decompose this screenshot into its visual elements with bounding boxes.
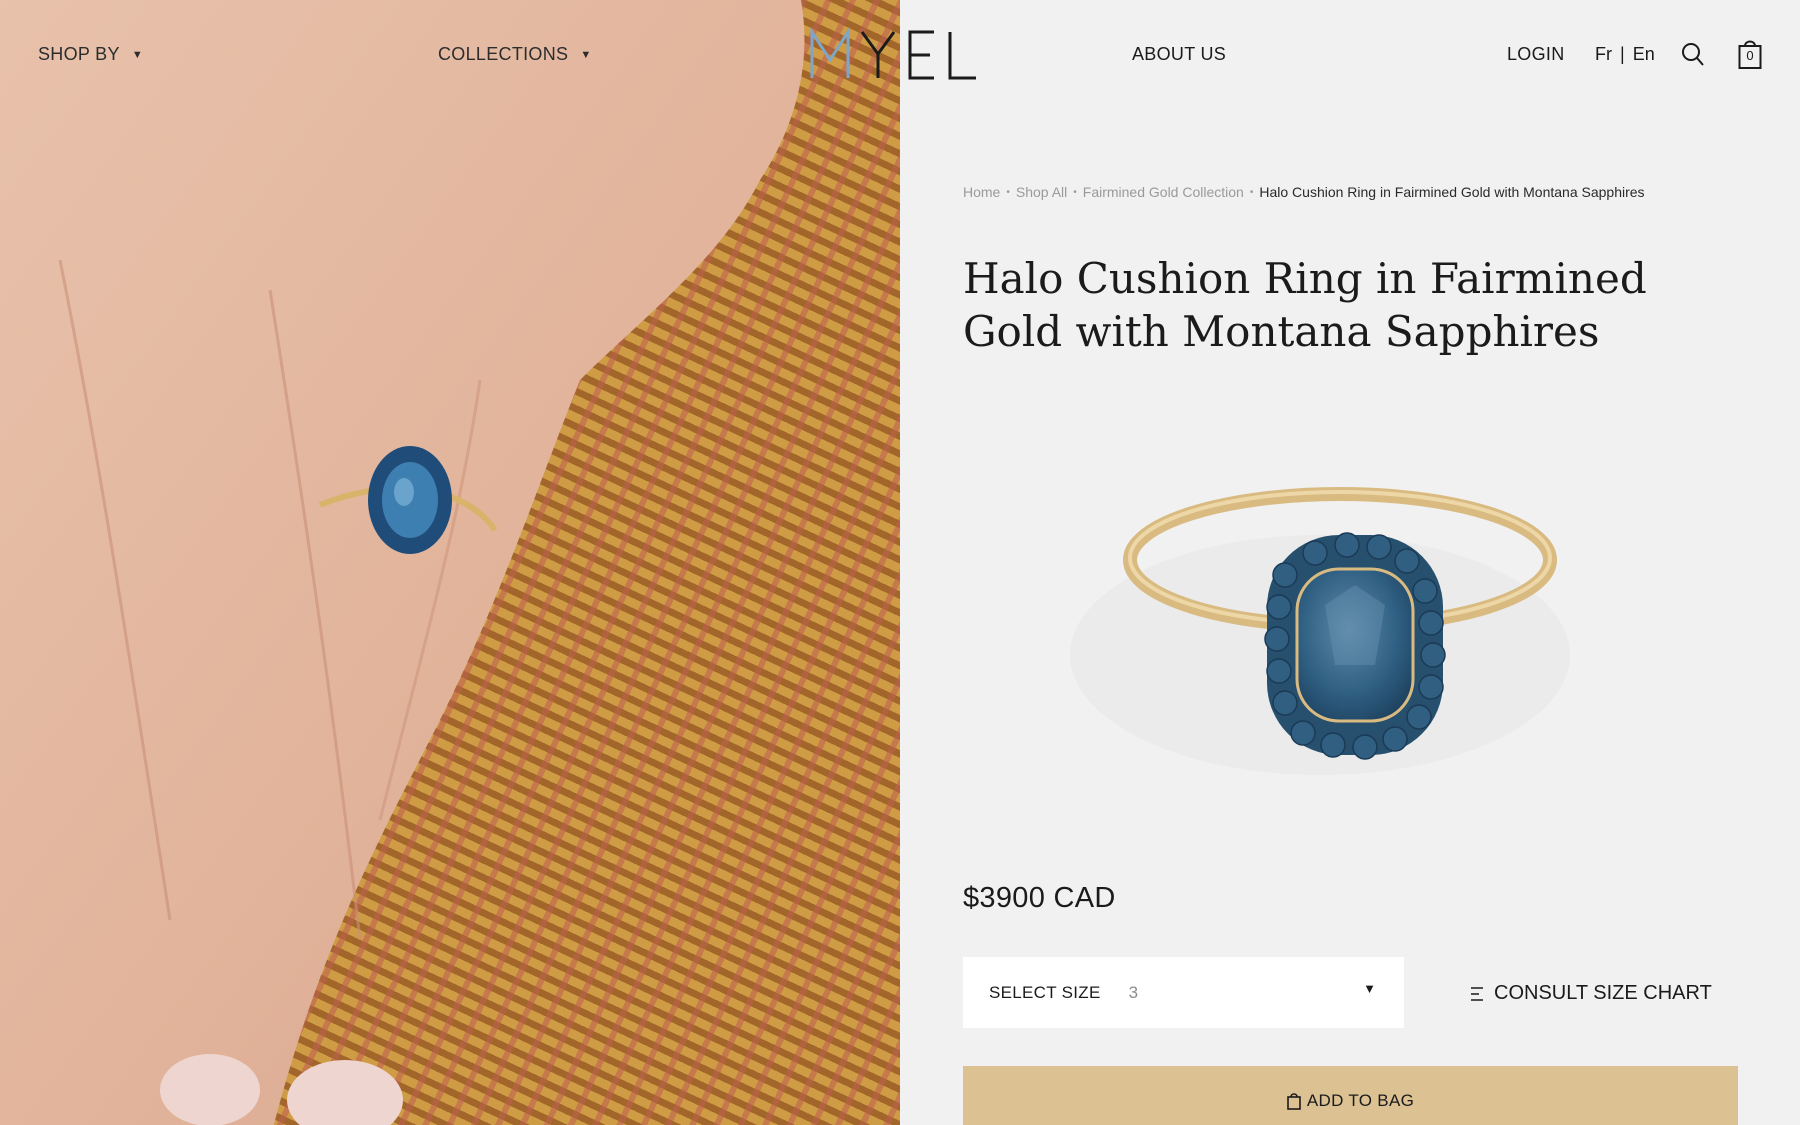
- login-link[interactable]: LOGIN: [1507, 44, 1565, 65]
- shop-by-menu[interactable]: SHOP BY ▼: [38, 44, 143, 65]
- brand-logo[interactable]: [810, 26, 990, 82]
- add-to-bag-label: ADD TO BAG: [1306, 1091, 1415, 1110]
- lang-fr-link[interactable]: Fr: [1595, 44, 1612, 65]
- breadcrumb-collection[interactable]: Fairmined Gold Collection: [1083, 184, 1244, 200]
- lang-en-link[interactable]: En: [1633, 44, 1655, 65]
- language-switcher: Fr | En: [1595, 44, 1655, 65]
- breadcrumb-separator: •: [1073, 186, 1077, 198]
- size-select[interactable]: SELECT SIZE 3 ▼: [963, 957, 1404, 1028]
- collections-menu[interactable]: COLLECTIONS ▼: [438, 44, 592, 65]
- product-image[interactable]: [1020, 440, 1620, 800]
- search-icon: [1682, 43, 1704, 66]
- bag-count: 0: [1746, 48, 1754, 63]
- product-title: Halo Cushion Ring in Fairmined Gold with…: [963, 254, 1647, 356]
- search-button[interactable]: [1681, 42, 1705, 73]
- size-chart-link[interactable]: CONSULT SIZE CHART: [1470, 982, 1712, 1005]
- breadcrumb-shop-all[interactable]: Shop All: [1016, 184, 1067, 200]
- size-select-value: 3: [1128, 982, 1139, 1002]
- lifestyle-photo: [0, 0, 900, 1125]
- shop-by-label: SHOP BY: [38, 44, 120, 64]
- breadcrumb-home[interactable]: Home: [963, 184, 1000, 200]
- login-label: LOGIN: [1507, 44, 1565, 64]
- chevron-down-icon: ▼: [1363, 981, 1376, 996]
- chevron-down-icon: ▼: [131, 48, 143, 61]
- breadcrumb-current: Halo Cushion Ring in Fairmined Gold with…: [1259, 184, 1645, 200]
- about-us-label: ABOUT US: [1132, 44, 1227, 64]
- ring-image: [1070, 487, 1570, 775]
- about-us-link[interactable]: ABOUT US: [1132, 44, 1226, 65]
- lang-separator: |: [1620, 44, 1625, 64]
- size-chart-label: CONSULT SIZE CHART: [1494, 982, 1712, 1004]
- breadcrumb: Home • Shop All • Fairmined Gold Collect…: [963, 184, 1645, 200]
- bag-button[interactable]: 0: [1738, 38, 1762, 70]
- add-to-bag-button[interactable]: ADD TO BAG: [963, 1066, 1738, 1125]
- shopping-bag-icon: [1287, 1093, 1301, 1110]
- size-select-label: SELECT SIZE: [989, 982, 1101, 1002]
- breadcrumb-separator: •: [1006, 186, 1010, 198]
- breadcrumb-separator: •: [1249, 186, 1254, 198]
- collections-label: COLLECTIONS: [438, 44, 569, 64]
- myel-logo: [810, 26, 976, 80]
- chevron-down-icon: ▼: [580, 48, 592, 61]
- product-price: $3900 CAD: [963, 882, 1116, 914]
- hand-with-ring-image: [0, 0, 805, 1125]
- list-icon: [1471, 986, 1483, 1001]
